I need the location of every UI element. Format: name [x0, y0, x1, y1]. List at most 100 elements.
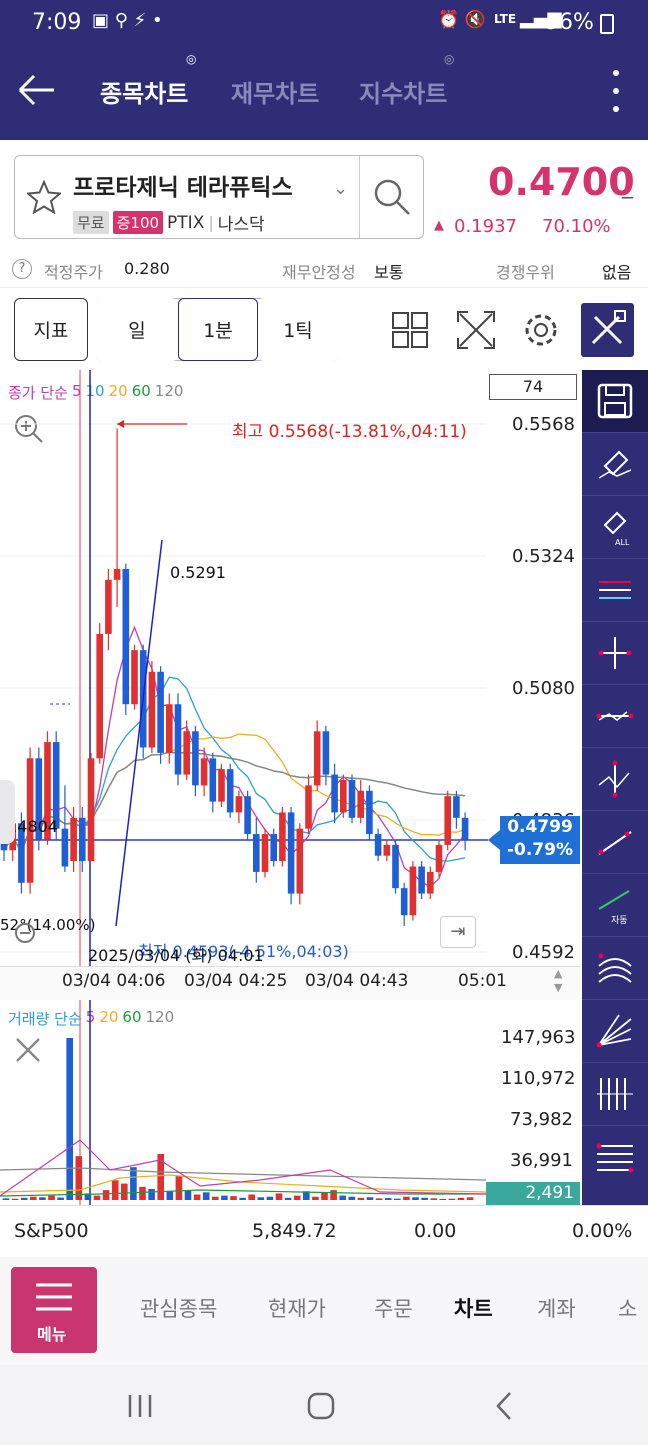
- volume-bar: [248, 1194, 255, 1200]
- divider: |: [208, 213, 214, 232]
- x-tick-0: 03/04 04:06: [62, 971, 166, 991]
- tab-index-chart[interactable]: 지수차트: [359, 74, 447, 109]
- fan-button[interactable]: [582, 1000, 648, 1063]
- menu-button[interactable]: 메뉴: [11, 1267, 97, 1353]
- volume-bar: [339, 1195, 346, 1200]
- volume-bar: [93, 1195, 101, 1200]
- volume-bar: [57, 1197, 64, 1200]
- nav-order[interactable]: 주문: [374, 1293, 413, 1323]
- y-tick-0: 0.5568: [512, 414, 575, 435]
- nav-quote[interactable]: 현재가: [268, 1293, 326, 1323]
- vertical-lines-button[interactable]: [582, 1063, 648, 1126]
- stock-selector[interactable]: 프로타제닉 테라퓨틱스 ⌄ 무료 증100 PTIX | 나스닥: [14, 155, 424, 239]
- battery-level: 56%: [545, 10, 594, 35]
- candle-body: [305, 785, 312, 829]
- help-icon[interactable]: ?: [12, 259, 32, 279]
- price-plot: [0, 370, 488, 966]
- home-icon[interactable]: [306, 1391, 336, 1421]
- volume-bar: [39, 1197, 46, 1200]
- nav-watchlist[interactable]: 관심종목: [140, 1293, 217, 1323]
- eraser-button[interactable]: [582, 433, 648, 496]
- period-1min-button[interactable]: 1분: [178, 298, 258, 361]
- axis-scroll-icon[interactable]: ▲ ▼: [554, 967, 562, 995]
- alarm-icon: ⏰ 🔇: [438, 10, 486, 30]
- volume-chart[interactable]: 거래량 단순 5 20 60 120 147,963 110,972 73,98…: [0, 1000, 580, 1205]
- price-change: 0.1937: [454, 216, 517, 237]
- volume-bar: [102, 1190, 110, 1200]
- tab-badge-icon: ◎: [186, 52, 197, 66]
- recent-apps-icon[interactable]: [126, 1393, 154, 1419]
- chevron-down-icon[interactable]: ⌄: [333, 178, 348, 199]
- horizontal-lines-button[interactable]: [582, 1126, 648, 1189]
- horizontal-line-button[interactable]: [582, 685, 648, 748]
- back-arrow-icon[interactable]: [16, 72, 56, 108]
- eraser-all-button[interactable]: ALL: [582, 496, 648, 559]
- volume-bar: [121, 1183, 128, 1200]
- vertical-line-button[interactable]: [582, 748, 648, 811]
- hcl-line-button[interactable]: [582, 559, 648, 622]
- peak-annotation: 0.5291: [170, 563, 226, 582]
- candle-body: [70, 817, 77, 862]
- candle-body: [270, 834, 277, 862]
- star-icon[interactable]: [27, 180, 61, 214]
- volume-bar: [284, 1197, 292, 1200]
- network-label: LTE: [494, 12, 517, 26]
- back-icon[interactable]: [494, 1391, 514, 1421]
- candle-body: [131, 650, 138, 705]
- candle-body: [453, 796, 460, 818]
- horizontal-line-icon: [596, 711, 634, 721]
- volume-bar: [148, 1189, 155, 1200]
- vol-y-tick-2: 73,982: [510, 1109, 573, 1130]
- candle-body: [348, 779, 356, 818]
- indicator-button[interactable]: 지표: [14, 298, 88, 361]
- price-chart[interactable]: 종가 단순 5 10 20 60 120 74 최고 0.5568(-13.81…: [0, 370, 580, 1000]
- vertical-lines-icon: [597, 1078, 633, 1110]
- drawing-tools-button[interactable]: [581, 303, 634, 357]
- fair-price-value: 0.280: [124, 259, 170, 278]
- volume-bar: [293, 1195, 301, 1200]
- nav-more[interactable]: 소: [618, 1293, 637, 1323]
- candle-body: [79, 817, 86, 862]
- candle-body: [374, 834, 382, 856]
- index-value: 5,849.72: [252, 1220, 337, 1242]
- settings-gear-icon[interactable]: [522, 311, 560, 349]
- fullscreen-icon[interactable]: [456, 310, 496, 350]
- eraser-icon: [598, 450, 632, 479]
- candle-body: [322, 731, 330, 775]
- fan-icon: [596, 1014, 632, 1048]
- tab-finance-chart[interactable]: 재무차트: [231, 74, 319, 109]
- volume-bar: [66, 1038, 73, 1200]
- candle-body: [409, 866, 417, 916]
- auto-trendline-button[interactable]: 자동: [582, 874, 648, 937]
- save-button[interactable]: [582, 370, 648, 433]
- crosshair-date: 2025/03/04 (화) 04:01: [88, 946, 264, 965]
- volume-bar: [421, 1197, 428, 1200]
- bottom-nav: 메뉴 관심종목 현재가 주문 차트 계좌 소: [0, 1257, 648, 1365]
- left-drawer-handle[interactable]: [0, 780, 15, 844]
- candle-body: [418, 866, 425, 894]
- zoom-out-icon[interactable]: [12, 920, 42, 950]
- ticker: PTIX: [167, 212, 205, 233]
- candle-body: [313, 731, 321, 786]
- arc-button[interactable]: [582, 937, 648, 1000]
- svg-text:자동: 자동: [611, 915, 628, 925]
- candle-body: [444, 796, 451, 845]
- crosshair-button[interactable]: [582, 622, 648, 685]
- period-day-button[interactable]: 일: [96, 298, 178, 361]
- more-menu-icon[interactable]: [612, 70, 620, 114]
- period-tick-button[interactable]: 1틱: [258, 298, 338, 361]
- trendline-button[interactable]: [582, 811, 648, 874]
- nav-account[interactable]: 계좌: [537, 1293, 576, 1323]
- jump-to-latest-icon[interactable]: ⇥: [440, 916, 476, 948]
- volume-bar: [257, 1197, 265, 1200]
- grid-layout-icon[interactable]: [392, 312, 428, 348]
- search-icon[interactable]: [371, 176, 413, 218]
- volume-bar: [348, 1196, 356, 1200]
- volume-bar: [202, 1192, 210, 1200]
- tools-icon: [591, 310, 626, 345]
- index-ticker-bar[interactable]: S&P500 5,849.72 0.00 0.00%: [0, 1205, 648, 1257]
- tab-stock-chart[interactable]: 종목차트: [100, 74, 188, 109]
- nav-chart[interactable]: 차트: [454, 1293, 493, 1323]
- volume-bar: [403, 1196, 410, 1200]
- volume-bar: [30, 1196, 37, 1200]
